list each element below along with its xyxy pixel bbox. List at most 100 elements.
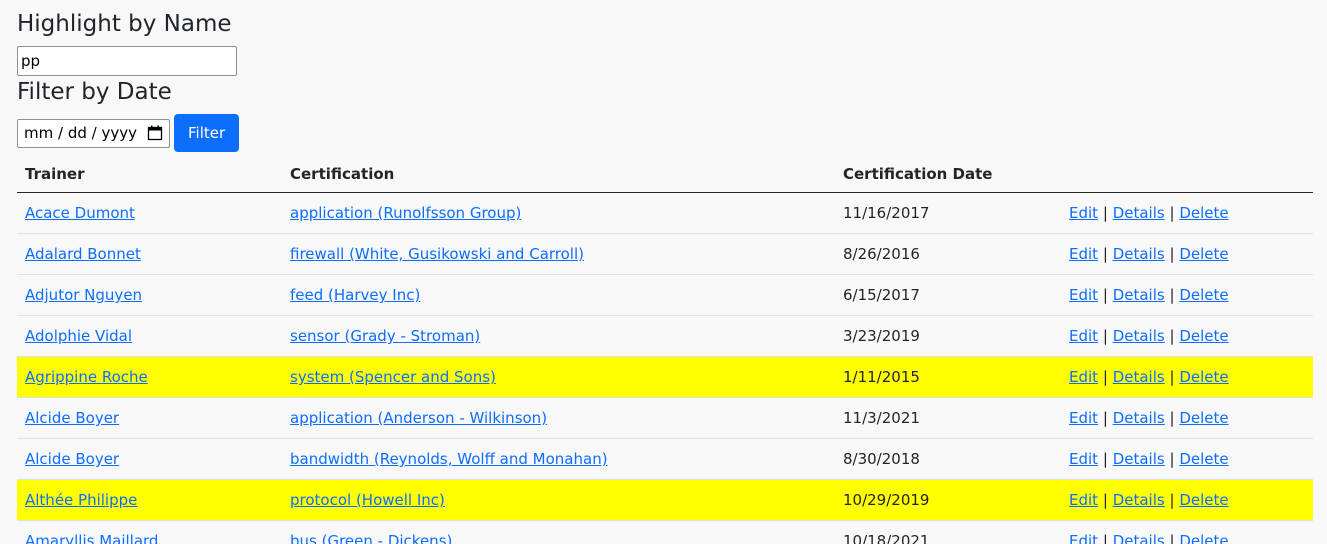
cell-certification: feed (Harvey Inc)	[282, 274, 835, 316]
details-link[interactable]: Details	[1113, 450, 1165, 468]
cell-actions: Edit | Details | Delete	[1061, 438, 1313, 480]
separator: |	[1169, 532, 1175, 544]
edit-link[interactable]: Edit	[1069, 286, 1098, 304]
separator: |	[1102, 450, 1108, 468]
cell-trainer: Alcide Boyer	[17, 397, 282, 439]
header-trainer: Trainer	[17, 156, 282, 193]
certification-link[interactable]: protocol (Howell Inc)	[290, 491, 445, 509]
delete-link[interactable]: Delete	[1179, 491, 1228, 509]
cell-certification: system (Spencer and Sons)	[282, 356, 835, 398]
certification-link[interactable]: firewall (White, Gusikowski and Carroll)	[290, 245, 584, 263]
cell-trainer: Althée Philippe	[17, 479, 282, 521]
edit-link[interactable]: Edit	[1069, 368, 1098, 386]
cell-actions: Edit | Details | Delete	[1061, 233, 1313, 275]
delete-link[interactable]: Delete	[1179, 409, 1228, 427]
edit-link[interactable]: Edit	[1069, 491, 1098, 509]
cell-certification: firewall (White, Gusikowski and Carroll)	[282, 233, 835, 275]
cell-date: 10/29/2019	[835, 479, 1061, 521]
details-link[interactable]: Details	[1113, 491, 1165, 509]
separator: |	[1102, 368, 1108, 386]
cell-certification: sensor (Grady - Stroman)	[282, 315, 835, 357]
separator: |	[1102, 286, 1108, 304]
cell-actions: Edit | Details | Delete	[1061, 315, 1313, 357]
separator: |	[1102, 245, 1108, 263]
cell-actions: Edit | Details | Delete	[1061, 397, 1313, 439]
separator: |	[1169, 204, 1175, 222]
delete-link[interactable]: Delete	[1179, 368, 1228, 386]
separator: |	[1102, 409, 1108, 427]
cell-date: 11/3/2021	[835, 397, 1061, 439]
table-row: Adalard Bonnet firewall (White, Gusikowsk…	[17, 233, 1313, 275]
cell-actions: Edit | Details | Delete	[1061, 520, 1313, 544]
table-row: Adjutor Nguyen feed (Harvey Inc) 6/15/2017…	[17, 274, 1313, 316]
separator: |	[1169, 491, 1175, 509]
certification-link[interactable]: sensor (Grady - Stroman)	[290, 327, 480, 345]
trainer-link[interactable]: Agrippine Roche	[25, 368, 148, 386]
edit-link[interactable]: Edit	[1069, 245, 1098, 263]
header-certification: Certification	[282, 156, 835, 193]
certification-link[interactable]: bandwidth (Reynolds, Wolff and Monahan)	[290, 450, 608, 468]
delete-link[interactable]: Delete	[1179, 286, 1228, 304]
highlight-heading: Highlight by Name	[17, 11, 232, 37]
certification-link[interactable]: application (Runolfsson Group)	[290, 204, 521, 222]
cell-trainer: Agrippine Roche	[17, 356, 282, 398]
separator: |	[1169, 286, 1175, 304]
details-link[interactable]: Details	[1113, 368, 1165, 386]
delete-link[interactable]: Delete	[1179, 532, 1228, 544]
certification-link[interactable]: application (Anderson - Wilkinson)	[290, 409, 547, 427]
cell-date: 8/30/2018	[835, 438, 1061, 480]
details-link[interactable]: Details	[1113, 532, 1165, 544]
calendar-icon[interactable]	[147, 125, 163, 141]
cell-date: 3/23/2019	[835, 315, 1061, 357]
date-input[interactable]: mm / dd / yyyy	[17, 118, 170, 148]
cell-trainer: Adalard Bonnet	[17, 233, 282, 275]
details-link[interactable]: Details	[1113, 327, 1165, 345]
table-row: Alcide Boyer application (Anderson - Wilk…	[17, 397, 1313, 439]
cell-trainer: Alcide Boyer	[17, 438, 282, 480]
trainer-link[interactable]: Althée Philippe	[25, 491, 137, 509]
cell-date: 10/18/2021	[835, 520, 1061, 544]
date-placeholder: mm / dd / yyyy	[24, 124, 137, 142]
cell-certification: bandwidth (Reynolds, Wolff and Monahan)	[282, 438, 835, 480]
separator: |	[1169, 327, 1175, 345]
filter-row: mm / dd / yyyy Filter	[17, 114, 1313, 152]
separator: |	[1169, 409, 1175, 427]
delete-link[interactable]: Delete	[1179, 204, 1228, 222]
delete-link[interactable]: Delete	[1179, 245, 1228, 263]
certification-link[interactable]: system (Spencer and Sons)	[290, 368, 496, 386]
table-header-row: Trainer Certification Certification Date	[17, 156, 1313, 193]
separator: |	[1169, 245, 1175, 263]
cell-certification: application (Runolfsson Group)	[282, 192, 835, 234]
trainer-link[interactable]: Amaryllis Maillard	[25, 532, 158, 544]
certification-link[interactable]: bus (Green - Dickens)	[290, 532, 452, 544]
edit-link[interactable]: Edit	[1069, 327, 1098, 345]
highlight-name-input[interactable]	[17, 46, 237, 76]
trainer-link[interactable]: Adalard Bonnet	[25, 245, 141, 263]
cell-actions: Edit | Details | Delete	[1061, 479, 1313, 521]
trainer-link[interactable]: Alcide Boyer	[25, 450, 119, 468]
edit-link[interactable]: Edit	[1069, 204, 1098, 222]
header-actions	[1061, 156, 1313, 193]
details-link[interactable]: Details	[1113, 409, 1165, 427]
delete-link[interactable]: Delete	[1179, 327, 1228, 345]
details-link[interactable]: Details	[1113, 245, 1165, 263]
cell-trainer: Adolphie Vidal	[17, 315, 282, 357]
certification-link[interactable]: feed (Harvey Inc)	[290, 286, 420, 304]
trainer-link[interactable]: Alcide Boyer	[25, 409, 119, 427]
table-row: Agrippine Roche system (Spencer and Sons)…	[17, 356, 1313, 398]
cell-certification: protocol (Howell Inc)	[282, 479, 835, 521]
edit-link[interactable]: Edit	[1069, 450, 1098, 468]
separator: |	[1102, 204, 1108, 222]
separator: |	[1169, 368, 1175, 386]
edit-link[interactable]: Edit	[1069, 532, 1098, 544]
trainer-link[interactable]: Acace Dumont	[25, 204, 135, 222]
edit-link[interactable]: Edit	[1069, 409, 1098, 427]
trainer-link[interactable]: Adjutor Nguyen	[25, 286, 142, 304]
delete-link[interactable]: Delete	[1179, 450, 1228, 468]
trainer-link[interactable]: Adolphie Vidal	[25, 327, 132, 345]
separator: |	[1169, 450, 1175, 468]
table-row: Althée Philippe protocol (Howell Inc) 10/2…	[17, 479, 1313, 521]
details-link[interactable]: Details	[1113, 286, 1165, 304]
filter-button[interactable]: Filter	[174, 114, 240, 152]
details-link[interactable]: Details	[1113, 204, 1165, 222]
